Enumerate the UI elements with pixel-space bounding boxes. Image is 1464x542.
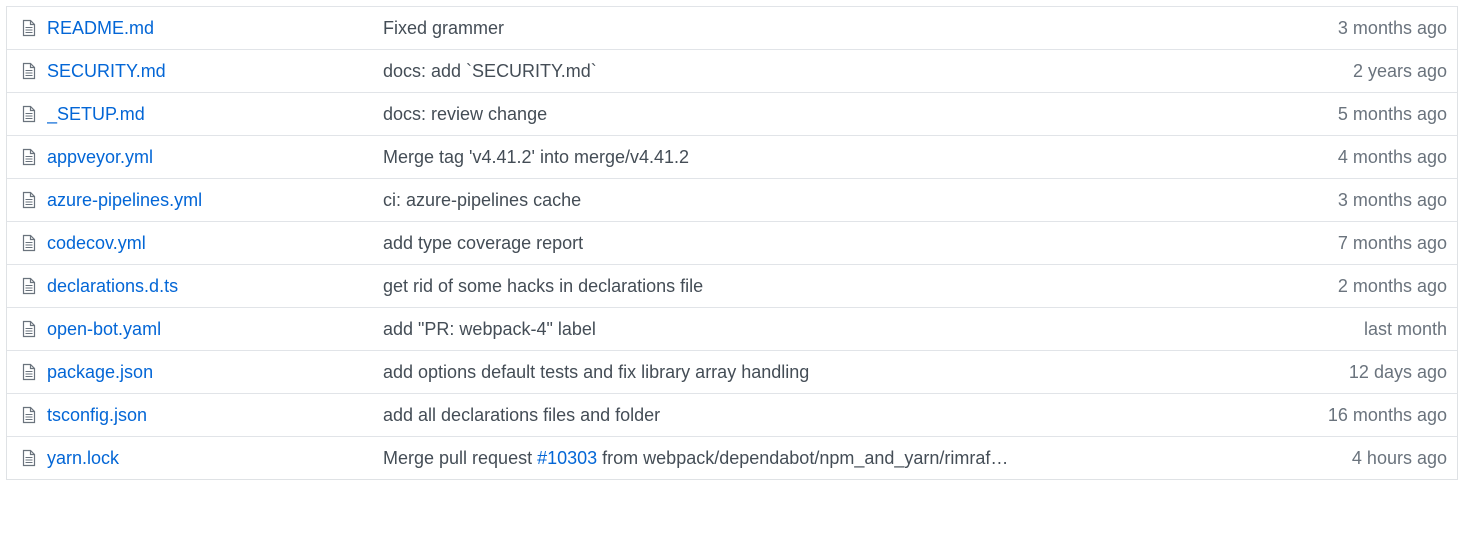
file-row: README.md Fixed grammer 3 months ago [7,6,1457,49]
file-name-link[interactable]: appveyor.yml [47,147,153,167]
commit-age: 2 months ago [1337,275,1447,296]
commit-age: 4 hours ago [1351,447,1447,468]
file-text-icon [7,19,47,37]
file-text-icon [7,406,47,424]
file-text-icon [7,449,47,467]
file-name-link[interactable]: open-bot.yaml [47,319,161,339]
commit-message-link[interactable]: get rid of some hacks in declarations fi… [383,276,703,296]
file-row: codecov.yml add type coverage report 7 m… [7,221,1457,264]
commit-message-link[interactable]: docs: add `SECURITY.md` [383,61,597,81]
commit-age: 16 months ago [1327,404,1447,425]
commit-age: 2 years ago [1352,60,1447,81]
pull-request-link[interactable]: #10303 [537,448,597,468]
file-name-link[interactable]: package.json [47,362,153,382]
file-row: package.json add options default tests a… [7,350,1457,393]
file-text-icon [7,234,47,252]
file-name-link[interactable]: azure-pipelines.yml [47,190,202,210]
file-list-table: README.md Fixed grammer 3 months ago SEC… [6,6,1458,480]
file-row: tsconfig.json add all declarations files… [7,393,1457,436]
file-name-link[interactable]: declarations.d.ts [47,276,178,296]
file-row: open-bot.yaml add "PR: webpack-4" label … [7,307,1457,350]
commit-message-link[interactable]: add options default tests and fix librar… [383,362,809,382]
commit-age: 3 months ago [1337,17,1447,38]
file-row: declarations.d.ts get rid of some hacks … [7,264,1457,307]
commit-message-link[interactable]: add all declarations files and folder [383,405,660,425]
commit-age: 4 months ago [1337,146,1447,167]
file-text-icon [7,148,47,166]
file-row: appveyor.yml Merge tag 'v4.41.2' into me… [7,135,1457,178]
commit-message: Merge pull request #10303 from webpack/d… [383,448,1227,469]
commit-message-link[interactable]: ci: azure-pipelines cache [383,190,581,210]
file-text-icon [7,105,47,123]
file-name-link[interactable]: README.md [47,18,154,38]
file-text-icon [7,320,47,338]
file-row: yarn.lock Merge pull request #10303 from… [7,436,1457,479]
commit-age: 12 days ago [1348,361,1447,382]
file-text-icon [7,363,47,381]
file-name-link[interactable]: yarn.lock [47,448,119,468]
file-name-link[interactable]: codecov.yml [47,233,146,253]
commit-age: 3 months ago [1337,189,1447,210]
commit-age: 5 months ago [1337,103,1447,124]
commit-message-link[interactable]: add "PR: webpack-4" label [383,319,596,339]
commit-message-link[interactable]: Merge pull request [383,448,537,468]
commit-message-link[interactable]: Fixed grammer [383,18,504,38]
file-name-link[interactable]: _SETUP.md [47,104,145,124]
file-text-icon [7,191,47,209]
file-row: azure-pipelines.yml ci: azure-pipelines … [7,178,1457,221]
file-text-icon [7,277,47,295]
file-name-link[interactable]: SECURITY.md [47,61,166,81]
file-name-link[interactable]: tsconfig.json [47,405,147,425]
commit-age: last month [1363,318,1447,339]
commit-message-link[interactable]: add type coverage report [383,233,583,253]
commit-message-link[interactable]: docs: review change [383,104,547,124]
file-row: _SETUP.md docs: review change 5 months a… [7,92,1457,135]
file-row: SECURITY.md docs: add `SECURITY.md` 2 ye… [7,49,1457,92]
file-text-icon [7,62,47,80]
commit-message-link[interactable]: from webpack/dependabot/npm_and_yarn/rim… [597,448,1008,468]
commit-age: 7 months ago [1337,232,1447,253]
commit-message-link[interactable]: Merge tag 'v4.41.2' into merge/v4.41.2 [383,147,689,167]
